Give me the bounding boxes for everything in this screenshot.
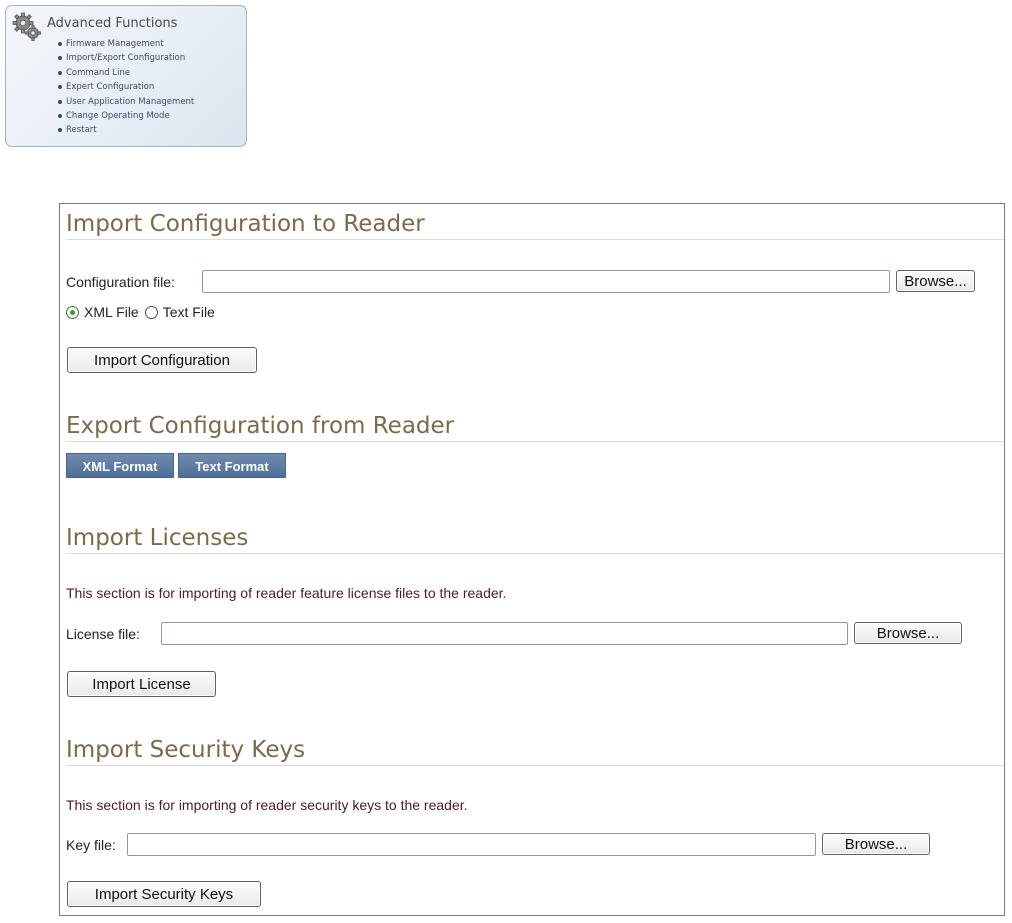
text-file-radio[interactable] <box>144 305 158 319</box>
export-text-format-button[interactable]: Text Format <box>178 453 286 478</box>
xml-file-label: XML File <box>84 304 139 320</box>
advanced-functions-panel: Advanced Functions Firmware Management I… <box>5 5 247 147</box>
license-browse-button[interactable]: Browse... <box>854 622 962 644</box>
advanced-functions-title: Advanced Functions <box>47 16 178 31</box>
nav-import-export-configuration[interactable]: Import/Export Configuration <box>58 51 194 65</box>
import-security-keys-heading: Import Security Keys <box>66 736 1004 766</box>
key-browse-button[interactable]: Browse... <box>822 833 930 855</box>
license-file-label: License file: <box>66 626 140 642</box>
nav-restart[interactable]: Restart <box>58 123 194 137</box>
security-keys-description: This section is for importing of reader … <box>66 797 468 813</box>
import-configuration-button[interactable]: Import Configuration <box>67 347 257 373</box>
import-license-button[interactable]: Import License <box>67 671 216 697</box>
export-config-heading: Export Configuration from Reader <box>66 412 1004 442</box>
configuration-browse-button[interactable]: Browse... <box>896 270 975 292</box>
license-file-input[interactable] <box>161 622 848 645</box>
import-security-keys-button[interactable]: Import Security Keys <box>67 881 261 907</box>
licenses-description: This section is for importing of reader … <box>66 585 507 601</box>
nav-user-application-management[interactable]: User Application Management <box>58 95 194 109</box>
nav-firmware-management[interactable]: Firmware Management <box>58 37 194 51</box>
gears-icon <box>12 12 41 41</box>
key-file-label: Key file: <box>66 837 116 853</box>
configuration-file-input[interactable] <box>202 270 890 293</box>
key-file-input[interactable] <box>127 833 816 856</box>
text-file-label: Text File <box>162 304 215 320</box>
nav-command-line[interactable]: Command Line <box>58 66 194 80</box>
format-radio-group: XML File Text File <box>66 303 221 321</box>
configuration-file-label: Configuration file: <box>66 274 175 290</box>
xml-file-radio[interactable] <box>66 305 79 319</box>
import-export-panel: Import Configuration to Reader Configura… <box>59 203 1005 916</box>
nav-change-operating-mode[interactable]: Change Operating Mode <box>58 109 194 123</box>
import-config-heading: Import Configuration to Reader <box>66 210 1004 240</box>
import-licenses-heading: Import Licenses <box>66 524 1004 554</box>
advanced-functions-list: Firmware Management Import/Export Config… <box>58 37 194 138</box>
nav-expert-configuration[interactable]: Expert Configuration <box>58 80 194 94</box>
export-xml-format-button[interactable]: XML Format <box>66 453 174 478</box>
